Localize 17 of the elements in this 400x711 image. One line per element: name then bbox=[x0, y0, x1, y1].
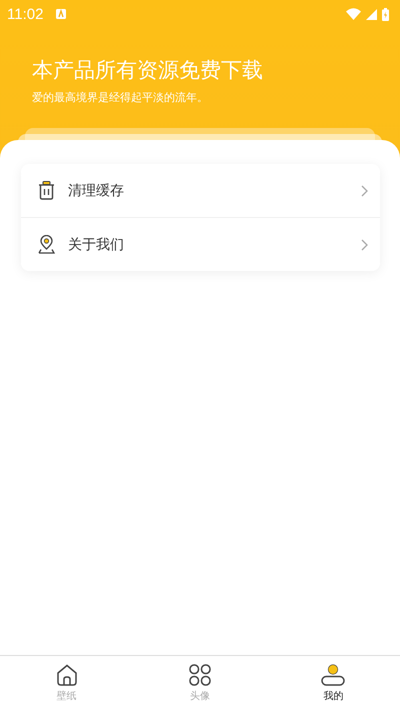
signal-icon bbox=[366, 8, 377, 20]
chevron-right-icon bbox=[361, 184, 368, 196]
person-icon bbox=[321, 664, 346, 686]
menu-item[interactable]: 关于我们 bbox=[21, 217, 380, 271]
nav-tab[interactable]: 我的 bbox=[266, 656, 400, 711]
notification-icon bbox=[56, 9, 66, 19]
menu-item[interactable]: 清理缓存 bbox=[21, 164, 380, 217]
location-pin-icon bbox=[38, 235, 55, 254]
header-title: 本产品所有资源免费下载 bbox=[32, 57, 264, 84]
wifi-icon bbox=[346, 8, 361, 20]
grid-icon bbox=[188, 664, 211, 686]
chevron-right-icon bbox=[361, 238, 368, 250]
home-icon bbox=[56, 664, 78, 686]
trash-icon bbox=[38, 181, 55, 200]
battery-icon bbox=[382, 8, 389, 20]
header-subtitle: 爱的最高境界是经得起平淡的流年。 bbox=[32, 90, 209, 106]
status-time: 11:02 bbox=[7, 6, 44, 22]
